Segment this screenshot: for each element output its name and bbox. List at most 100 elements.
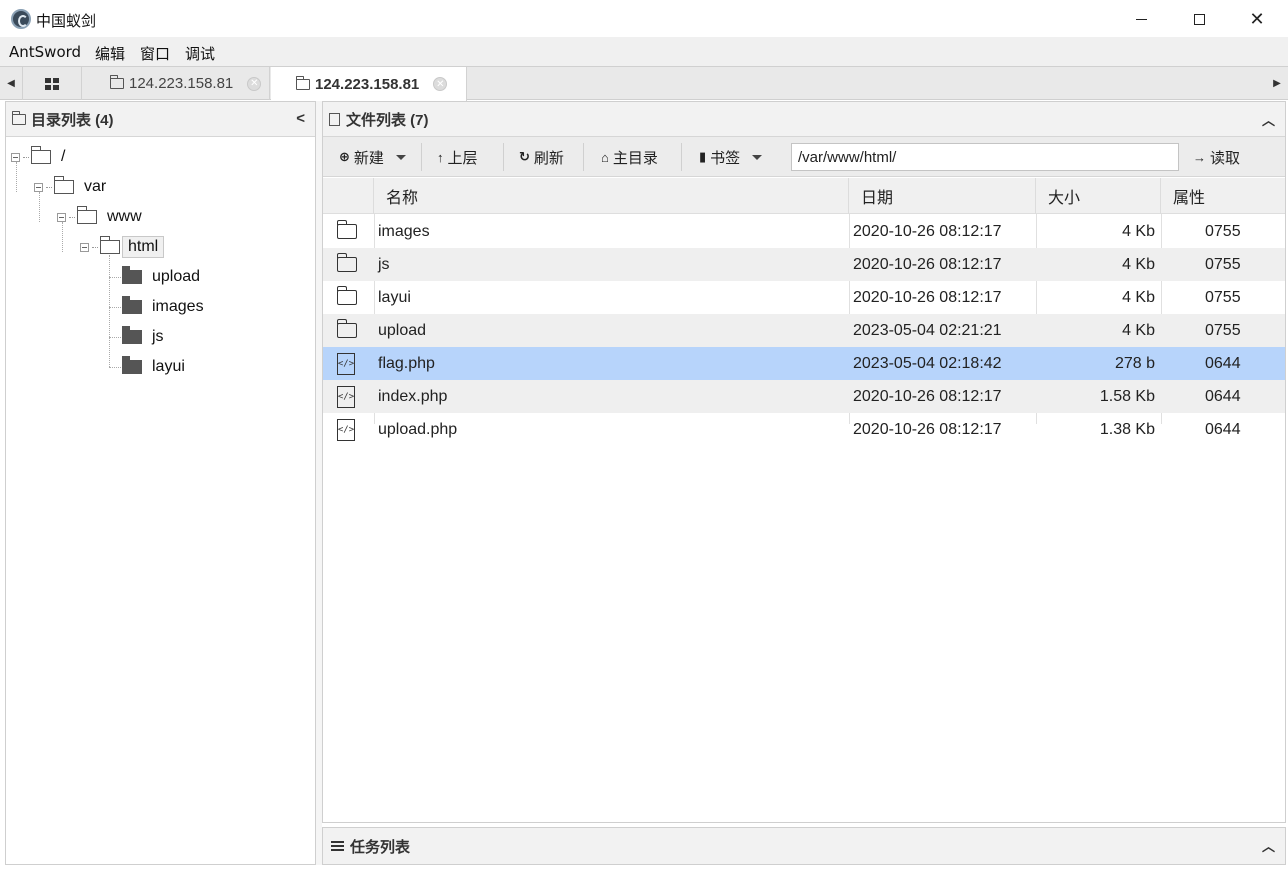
tab-home[interactable] <box>22 67 82 100</box>
tree-node-label: images <box>152 298 204 315</box>
file-row[interactable]: </> upload.php 2020-10-26 08:12:17 1.38 Kb 0… <box>323 413 1285 446</box>
file-date: 2023-05-04 02:21:21 <box>853 321 1002 339</box>
size-column-header[interactable]: 大小 <box>1036 178 1161 214</box>
folder-icon <box>336 215 357 248</box>
collapse-panel-button[interactable]: < <box>296 110 305 127</box>
tree-node-layui[interactable]: layui <box>122 355 185 379</box>
folder-icon <box>122 266 142 284</box>
menu-edit[interactable]: 编辑 <box>95 43 125 64</box>
bookmark-button[interactable]: ▮ 书签 <box>699 137 763 177</box>
tab-bar: ◀ 124.223.158.81 ✕ 124.223.158.81 ✕ ▶ <box>0 66 1288 101</box>
file-table-header: 名称 日期 大小 属性 <box>323 178 1285 214</box>
folder-icon <box>122 356 142 374</box>
tree-node-label: var <box>84 178 107 195</box>
file-name: upload.php <box>378 420 458 438</box>
file-row[interactable]: </> index.php 2020-10-26 08:12:17 1.58 Kb 06… <box>323 380 1285 413</box>
tab-close-icon[interactable]: ✕ <box>433 77 448 91</box>
antsword-logo-icon <box>11 9 31 29</box>
up-level-label: 上层 <box>447 149 478 167</box>
file-size: 4 Kb <box>1122 321 1155 339</box>
new-button[interactable]: ⊕ 新建 <box>339 137 406 177</box>
date-column-header[interactable]: 日期 <box>849 178 1036 214</box>
menu-debug[interactable]: 调试 <box>185 43 215 64</box>
maximize-button[interactable] <box>1170 0 1228 38</box>
code-file-icon: </> <box>337 380 355 413</box>
tree-node-var[interactable]: var <box>34 175 106 199</box>
file-row[interactable]: upload 2023-05-04 02:21:21 4 Kb 0755 <box>323 314 1285 347</box>
directory-panel-header: 目录列表 (4) < <box>6 102 315 137</box>
tab-label: 124.223.158.81 <box>315 75 420 93</box>
file-size: 4 Kb <box>1122 222 1155 240</box>
file-name: layui <box>378 288 411 306</box>
icon-column-header[interactable] <box>323 178 374 214</box>
tree-node-root[interactable]: / <box>11 145 65 169</box>
folder-icon <box>296 75 310 90</box>
new-button-label: 新建 <box>353 149 384 167</box>
refresh-label: 刷新 <box>533 149 564 167</box>
folder-icon <box>110 75 124 89</box>
file-date: 2020-10-26 08:12:17 <box>853 420 1002 438</box>
tab-scroll-left-button[interactable]: ◀ <box>0 67 22 100</box>
collapse-file-panel-button[interactable]: ︿ <box>1262 110 1275 129</box>
file-size: 4 Kb <box>1122 288 1155 306</box>
window-title: 中国蚁剑 <box>36 12 97 30</box>
minimize-button[interactable] <box>1112 0 1170 38</box>
tab-scroll-right-button[interactable]: ▶ <box>1266 67 1288 100</box>
file-size: 4 Kb <box>1122 255 1155 273</box>
tree-node-js[interactable]: js <box>122 325 164 349</box>
file-attr: 0755 <box>1205 255 1241 273</box>
home-directory-button[interactable]: ⌂ 主目录 <box>601 137 658 177</box>
collapse-toggle-icon[interactable] <box>11 152 20 162</box>
tab-connection-2[interactable]: 124.223.158.81 ✕ <box>271 67 467 101</box>
close-icon: ✕ <box>1249 8 1265 29</box>
code-file-icon: </> <box>337 347 355 380</box>
expand-task-panel-button[interactable]: ︿ <box>1262 836 1275 855</box>
file-name: images <box>378 222 430 240</box>
tree-node-www[interactable]: www <box>57 205 142 229</box>
tree-node-images[interactable]: images <box>122 295 204 319</box>
folder-icon <box>336 281 357 314</box>
file-row[interactable]: layui 2020-10-26 08:12:17 4 Kb 0755 <box>323 281 1285 314</box>
collapse-toggle-icon[interactable] <box>57 212 66 222</box>
menu-bar: AntSword 编辑 窗口 调试 <box>0 38 1288 66</box>
file-icon <box>329 112 340 126</box>
menu-antsword[interactable]: AntSword <box>9 43 81 61</box>
close-button[interactable]: ✕ <box>1228 0 1286 38</box>
file-panel-header: 文件列表 (7) ︿ <box>323 102 1285 137</box>
file-name: upload <box>378 321 427 339</box>
attr-column-header[interactable]: 属性 <box>1161 178 1285 214</box>
file-row[interactable]: js 2020-10-26 08:12:17 4 Kb 0755 <box>323 248 1285 281</box>
tree-node-label: www <box>107 208 142 225</box>
home-icon: ⌂ <box>601 149 609 165</box>
read-path-button[interactable]: → 读取 <box>1193 137 1240 177</box>
file-name: js <box>378 255 390 273</box>
code-file-icon: </> <box>337 413 355 446</box>
file-row[interactable]: </> flag.php 2023-05-04 02:18:42 278 b 0644 <box>323 347 1285 380</box>
tab-connection-1[interactable]: 124.223.158.81 ✕ <box>83 67 270 100</box>
file-attr: 0644 <box>1205 354 1241 372</box>
path-input[interactable] <box>791 143 1179 171</box>
tree-node-html[interactable]: html <box>80 235 165 259</box>
home-directory-label: 主目录 <box>612 149 658 167</box>
file-row[interactable]: images 2020-10-26 08:12:17 4 Kb 0755 <box>323 215 1285 248</box>
file-toolbar: ⊕ 新建 ↑ 上层 ↻ 刷新 ⌂ 主目录 ▮ 书签 → 读取 <box>323 137 1285 177</box>
tab-close-icon[interactable]: ✕ <box>247 76 262 91</box>
file-name: index.php <box>378 387 448 405</box>
tree-node-upload[interactable]: upload <box>122 265 200 289</box>
folder-icon <box>336 248 357 281</box>
task-panel: 任务列表 ︿ <box>322 827 1286 865</box>
folder-icon <box>31 146 51 164</box>
folder-icon <box>54 176 74 194</box>
collapse-toggle-icon[interactable] <box>80 242 89 252</box>
tab-label: 124.223.158.81 <box>129 75 234 92</box>
refresh-button[interactable]: ↻ 刷新 <box>519 137 564 177</box>
chevron-down-icon <box>752 154 763 160</box>
file-date: 2023-05-04 02:18:42 <box>853 354 1002 372</box>
tree-node-label: / <box>61 148 66 165</box>
collapse-toggle-icon[interactable] <box>34 182 43 192</box>
tree-node-label: html <box>122 236 165 258</box>
name-column-header[interactable]: 名称 <box>374 178 849 214</box>
up-level-button[interactable]: ↑ 上层 <box>437 137 478 177</box>
menu-window[interactable]: 窗口 <box>140 43 170 64</box>
file-attr: 0644 <box>1205 387 1241 405</box>
